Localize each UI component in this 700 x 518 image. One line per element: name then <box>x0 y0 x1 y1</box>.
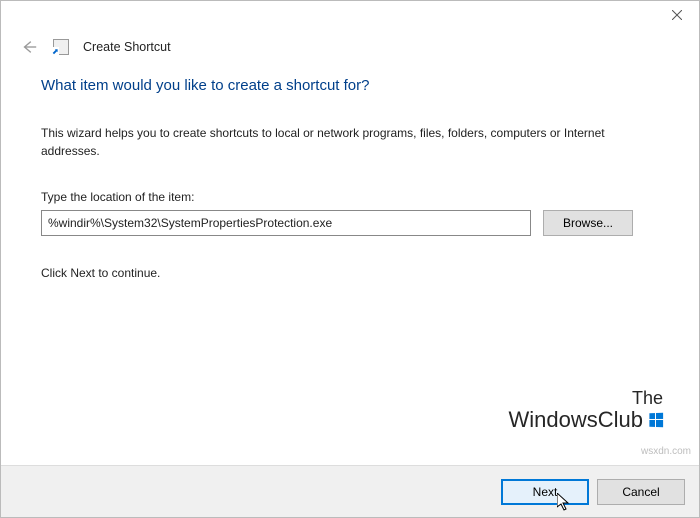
create-shortcut-wizard-window: Create Shortcut What item would you like… <box>0 0 700 518</box>
watermark-logo: The WindowsClub <box>509 389 664 431</box>
windows-logo-icon <box>649 413 663 428</box>
next-button[interactable]: Next <box>501 479 589 505</box>
cancel-button[interactable]: Cancel <box>597 479 685 505</box>
location-label: Type the location of the item: <box>41 190 659 204</box>
page-description: This wizard helps you to create shortcut… <box>41 124 659 160</box>
back-arrow-icon <box>20 38 38 56</box>
location-input[interactable] <box>41 210 531 236</box>
continue-text: Click Next to continue. <box>41 266 659 280</box>
wizard-footer: Next Cancel <box>1 465 699 517</box>
close-icon <box>672 10 682 20</box>
url-watermark: wsxdn.com <box>641 446 691 457</box>
shortcut-icon <box>53 39 69 55</box>
watermark-line1: The <box>509 389 664 408</box>
page-title: What item would you like to create a sho… <box>41 77 659 94</box>
location-row: Browse... <box>41 210 659 236</box>
watermark-line2: WindowsClub <box>509 407 644 432</box>
wizard-header-title: Create Shortcut <box>83 40 171 54</box>
wizard-header: Create Shortcut <box>1 31 699 77</box>
close-button[interactable] <box>654 1 699 29</box>
wizard-content: What item would you like to create a sho… <box>1 77 699 280</box>
titlebar <box>1 1 699 31</box>
browse-button[interactable]: Browse... <box>543 210 633 236</box>
back-button[interactable] <box>19 37 39 57</box>
